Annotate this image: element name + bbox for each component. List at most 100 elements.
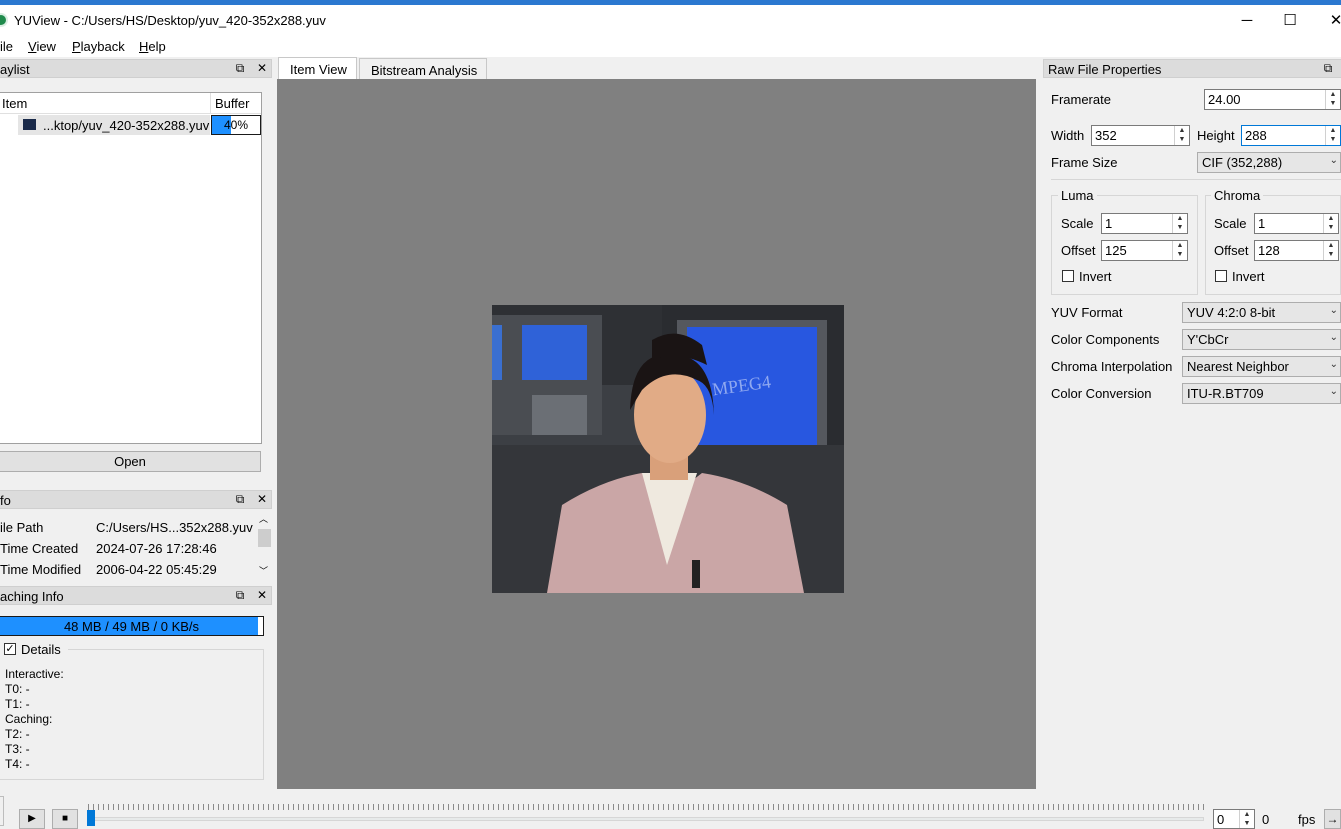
spin-arrows-icon[interactable]: ▲ ▼ [1239,810,1254,828]
scroll-down-icon[interactable]: ﹀ [259,564,268,577]
scroll-up-icon[interactable]: ︿ [259,512,268,525]
frame-size-value: CIF (352,288) [1202,155,1283,170]
chroma-title: Chroma [1211,188,1264,203]
spin-arrows-icon[interactable]: ▲ ▼ [1172,241,1187,260]
menu-file-label: ile [0,39,14,54]
info-label-time-modified: Time Modified [0,562,82,577]
playlist-title: aylist [0,62,30,77]
cache-progress-text: 48 MB / 49 MB / 0 KB/s [63,619,200,634]
info-label-file-path: ile Path [0,520,44,535]
stop-icon: ■ [61,813,69,824]
maximize-button[interactable]: ☐ [1267,5,1313,35]
color-conversion-label: Color Conversion [1051,386,1152,401]
arrow-right-icon[interactable]: → [1324,809,1341,829]
chroma-offset-spinbox[interactable]: 128 ▲ ▼ [1254,240,1339,261]
width-value: 352 [1095,128,1117,143]
video-frame-drawing: MPEG4 [492,305,844,593]
luma-offset-spinbox[interactable]: 125 ▲ ▼ [1101,240,1188,261]
chevron-down-icon: ⌄ [1329,359,1338,370]
chroma-invert-label: Invert [1232,269,1265,284]
close-dock-icon[interactable]: ✕ [255,492,269,506]
menu-help-label: elp [148,39,166,54]
menu-view[interactable]: View [28,39,56,54]
spin-arrows-icon[interactable]: ▲ ▼ [1325,126,1340,145]
color-conversion-select[interactable]: ITU-R.BT709 ⌄ [1182,383,1341,404]
tab-bitstream-analysis[interactable]: Bitstream Analysis [359,58,488,79]
float-dock-icon[interactable]: ⧉ [233,61,247,75]
framerate-label: Framerate [1051,92,1111,107]
cache-line-t3: T3: - [5,742,30,756]
menu-view-label: iew [36,39,56,54]
frame-size-label: Frame Size [1051,155,1118,170]
spin-arrows-icon[interactable]: ▲ ▼ [1325,90,1340,109]
close-button[interactable]: ✕ [1313,5,1341,35]
separator [1051,179,1341,180]
minimize-button[interactable]: ─ [1224,5,1270,35]
play-button[interactable]: ▶ [19,809,45,829]
float-dock-icon[interactable]: ⧉ [233,588,247,602]
tab-item-view[interactable]: Item View [278,57,357,79]
float-dock-icon[interactable]: ⧉ [233,492,247,506]
luma-scale-spinbox[interactable]: 1 ▲ ▼ [1101,213,1188,234]
luma-offset-label: Offset [1061,243,1096,258]
cache-line-t2: T2: - [5,727,30,741]
spin-arrows-icon[interactable]: ▲ ▼ [1323,241,1338,260]
buffer-progress: 40% [211,115,261,135]
playlist-tree[interactable] [0,92,262,444]
window-title: YUView - C:/Users/HS/Desktop/yuv_420-352… [14,13,326,28]
props-dock-title: Raw File Properties ⧉ [1043,59,1341,78]
spin-arrows-icon[interactable]: ▲ ▼ [1174,126,1189,145]
height-label: Height [1197,128,1235,143]
fps-label: fps [1298,812,1316,827]
details-label: Details [21,642,61,657]
frame-slider-handle[interactable] [87,810,95,826]
column-buffer[interactable]: Buffer [215,96,249,111]
frame-value: 0 [1217,812,1225,827]
scroll-thumb[interactable] [258,529,271,547]
menu-help[interactable]: Help [139,39,166,54]
chevron-down-icon: ⌄ [1329,155,1338,166]
yuv-format-select[interactable]: YUV 4:2:0 8-bit ⌄ [1182,302,1341,323]
frame-slider-ticks [88,804,1204,810]
width-spinbox[interactable]: 352 ▲ ▼ [1091,125,1190,146]
chevron-down-icon: ⌄ [1329,305,1338,316]
chevron-down-icon: ⌄ [1329,386,1338,397]
framerate-spinbox[interactable]: 24.00 ▲ ▼ [1204,89,1341,110]
stop-button[interactable]: ■ [52,809,78,829]
cache-line-t1: T1: - [5,697,30,711]
play-icon: ▶ [28,813,36,824]
chroma-offset-label: Offset [1214,243,1249,258]
cache-progress: 48 MB / 49 MB / 0 KB/s [0,616,264,636]
chroma-invert-checkbox[interactable] [1215,270,1227,282]
chroma-scale-value: 1 [1258,216,1266,231]
framerate-value: 24.00 [1208,92,1241,107]
float-dock-icon[interactable]: ⧉ [1321,61,1335,75]
color-components-select[interactable]: Y'CbCr ⌄ [1182,329,1341,350]
info-scrollbar[interactable]: ︿ ﹀ [257,512,272,578]
luma-offset-value: 125 [1105,243,1127,258]
chroma-interpolation-select[interactable]: Nearest Neighbor ⌄ [1182,356,1341,377]
close-dock-icon[interactable]: ✕ [255,61,269,75]
width-label: Width [1051,128,1085,143]
frame-size-select[interactable]: CIF (352,288) ⌄ [1197,152,1341,173]
info-dock-title: fo ⧉ ✕ [0,490,272,509]
height-spinbox[interactable]: 288 ▲ ▼ [1241,125,1341,146]
close-dock-icon[interactable]: ✕ [255,588,269,602]
luma-invert-checkbox[interactable] [1062,270,1074,282]
color-conversion-value: ITU-R.BT709 [1187,386,1264,401]
details-checkbox[interactable]: ✓ [4,643,16,655]
info-value-time-created: 2024-07-26 17:28:46 [96,541,217,556]
menu-file[interactable]: ile [0,39,13,54]
video-file-icon [23,119,36,130]
chroma-scale-spinbox[interactable]: 1 ▲ ▼ [1254,213,1339,234]
frame-spinbox[interactable]: 0 ▲ ▼ [1213,809,1255,829]
column-item[interactable]: Item [2,96,27,111]
menu-playback[interactable]: Playback [72,39,125,54]
repeat-button[interactable] [0,796,4,826]
spin-arrows-icon[interactable]: ▲ ▼ [1323,214,1338,233]
frame-slider-track[interactable] [88,817,1204,821]
info-label-time-created: Time Created [0,541,79,556]
open-button[interactable]: Open [0,451,261,472]
luma-scale-value: 1 [1105,216,1113,231]
spin-arrows-icon[interactable]: ▲ ▼ [1172,214,1187,233]
